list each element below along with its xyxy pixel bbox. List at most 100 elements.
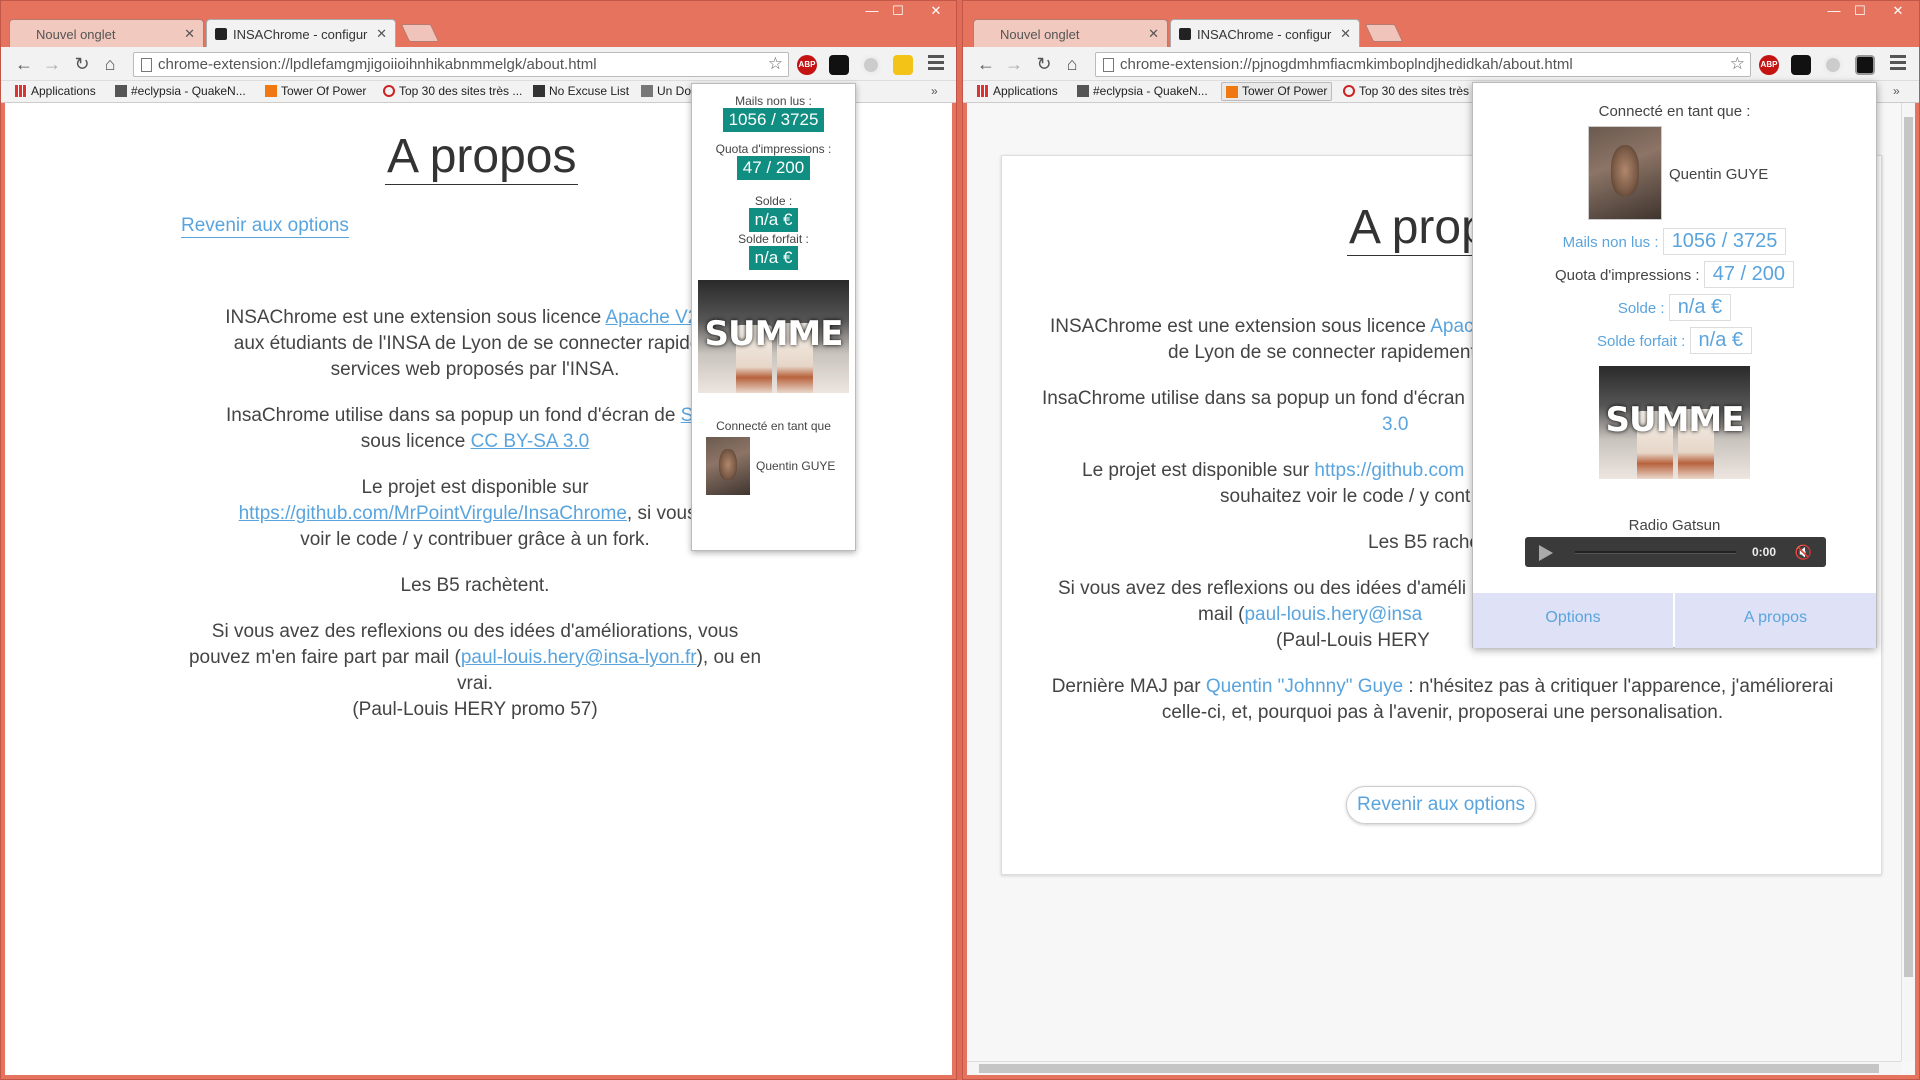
mail-link[interactable]: paul-louis.hery@insa [1244, 604, 1422, 625]
text: (Paul-Louis HERY promo 57) [352, 699, 598, 720]
insachrome-extension-icon[interactable] [829, 55, 849, 75]
bookmark-un-do[interactable]: Un Do [641, 84, 691, 98]
cc-by-sa-link[interactable]: 3.0 [1042, 414, 1408, 435]
menu-icon[interactable] [1890, 55, 1906, 73]
forward-arrow-icon[interactable]: → [41, 53, 63, 75]
bookmark-applications[interactable]: Applications [15, 84, 96, 98]
github-link[interactable]: https://github.com [1314, 460, 1464, 481]
bookmark-eclypsia[interactable]: #eclypsia - QuakeN... [1077, 84, 1208, 98]
close-tab-icon[interactable]: ✕ [1148, 26, 1159, 42]
bookmark-tower-of-power[interactable]: Tower Of Power [265, 84, 366, 98]
avatar [706, 437, 750, 495]
tab-title: Nouvel onglet [1000, 27, 1080, 42]
tab-insachrome[interactable]: INSAChrome - configurati ✕ [1170, 19, 1360, 47]
bookmark-label: No Excuse List [549, 84, 630, 98]
reload-icon[interactable]: ↻ [1033, 53, 1055, 75]
forfait-badge[interactable]: n/a € [748, 246, 799, 270]
avatar [1588, 126, 1662, 220]
forward-arrow-icon[interactable]: → [1003, 53, 1025, 75]
home-icon[interactable]: ⌂ [99, 53, 121, 75]
tab-new[interactable]: Nouvel onglet ✕ [973, 19, 1168, 47]
mails-label[interactable]: Mails non lus : [1563, 234, 1659, 251]
apropos-button[interactable]: A propos [1675, 593, 1876, 648]
bookmark-top30[interactable]: Top 30 des sites très ... [383, 84, 522, 98]
mails-badge[interactable]: 1056 / 3725 [722, 108, 825, 132]
radio-audio-player[interactable]: 0:00 🔇 [1525, 537, 1826, 567]
bookmarks-overflow-icon[interactable]: » [931, 84, 938, 98]
bookmark-no-excuse[interactable]: No Excuse List [533, 84, 629, 98]
text: Le projet est disponible sur [361, 477, 589, 498]
close-window-icon[interactable]: ✕ [1885, 3, 1911, 19]
scrollbar-thumb[interactable] [979, 1064, 1879, 1073]
back-to-options-button[interactable]: Revenir aux options [1346, 786, 1536, 824]
back-to-options-link[interactable]: Revenir aux options [181, 215, 349, 238]
forfait-label[interactable]: Solde forfait : [1597, 333, 1685, 350]
apache-license-link[interactable]: Apac [1430, 316, 1473, 337]
extension-circle-icon[interactable] [861, 55, 881, 75]
audio-progress-track[interactable] [1575, 551, 1736, 554]
insachrome-popup-small: Mails non lus : 1056 / 3725 Quota d'impr… [691, 83, 856, 551]
vertical-scrollbar[interactable] [1901, 103, 1915, 1061]
close-tab-icon[interactable]: ✕ [1340, 26, 1351, 42]
horizontal-scrollbar[interactable] [967, 1061, 1901, 1075]
forfait-value[interactable]: n/a € [1689, 327, 1753, 354]
new-tab-button[interactable] [400, 24, 440, 42]
forfait-label: Solde forfait : [738, 232, 809, 246]
url-text: chrome-extension://lpdlefamgmjigoiioihnh… [158, 56, 597, 73]
insachrome-popup-large: Connecté en tant que : Quentin GUYE Mail… [1472, 82, 1877, 648]
back-arrow-icon[interactable]: ← [13, 53, 35, 75]
scrollbar-thumb[interactable] [1904, 117, 1913, 977]
bookmark-top30[interactable]: Top 30 des sites très [1343, 84, 1469, 98]
solde-label[interactable]: Solde : [1618, 300, 1665, 317]
address-bar[interactable]: chrome-extension://pjnogdmhmfiacmkimbopl… [1095, 52, 1751, 77]
github-link[interactable]: https://github.com/MrPointVirgule/InsaCh… [239, 503, 627, 524]
user-name: Quentin GUYE [1669, 166, 1769, 183]
options-button[interactable]: Options [1473, 593, 1673, 648]
author-link[interactable]: Quentin "Johnny" Guye [1206, 676, 1403, 697]
solde-badge[interactable]: n/a € [748, 208, 799, 232]
insachrome-dev-extension-icon[interactable] [893, 55, 913, 75]
bookmark-star-icon[interactable]: ☆ [768, 54, 783, 74]
browser-window-left: Nouvel onglet ✕ INSAChrome - configurati… [0, 0, 957, 1080]
mute-icon[interactable]: 🔇 [1795, 544, 1812, 561]
apache-license-link[interactable]: Apache V2 [605, 307, 698, 328]
reload-icon[interactable]: ↻ [71, 53, 93, 75]
mail-link[interactable]: paul-louis.hery@insa-lyon.fr [461, 647, 697, 668]
text: celle-ci, et, pourquoi pas à l'avenir, p… [1161, 702, 1724, 723]
extension-circle-icon[interactable] [1823, 55, 1843, 75]
bookmark-star-icon[interactable]: ☆ [1730, 54, 1745, 74]
summer-image-text: SUMME [1605, 399, 1745, 440]
minimize-icon[interactable]: — [859, 3, 885, 18]
new-tab-button[interactable] [1364, 24, 1404, 42]
insachrome-extension-icon[interactable] [1791, 55, 1811, 75]
bookmark-applications[interactable]: Applications [977, 84, 1058, 98]
close-window-icon[interactable]: ✕ [923, 3, 949, 19]
address-bar[interactable]: chrome-extension://lpdlefamgmjigoiioihnh… [133, 52, 789, 77]
close-tab-icon[interactable]: ✕ [376, 26, 387, 42]
quota-badge[interactable]: 47 / 200 [736, 156, 811, 180]
maximize-icon[interactable]: ☐ [1847, 3, 1873, 19]
minimize-icon[interactable]: — [1821, 3, 1847, 18]
cc-by-sa-link[interactable]: CC BY-SA 3.0 [471, 431, 590, 452]
eclypsia-icon [1077, 85, 1089, 97]
solde-value[interactable]: n/a € [1668, 294, 1732, 321]
mails-row: Mails non lus : 1056 / 3725 [1473, 228, 1876, 255]
bookmark-tower-of-power[interactable]: Tower Of Power [1221, 82, 1333, 101]
quota-value[interactable]: 47 / 200 [1703, 261, 1795, 288]
tab-insachrome[interactable]: INSAChrome - configurati ✕ [206, 19, 396, 47]
adblock-plus-icon[interactable]: ABP [1759, 55, 1779, 75]
menu-icon[interactable] [928, 55, 944, 73]
back-arrow-icon[interactable]: ← [975, 53, 997, 75]
solde-label: Solde : [754, 194, 793, 208]
bookmark-label: Tower Of Power [281, 84, 367, 98]
mails-value[interactable]: 1056 / 3725 [1662, 228, 1787, 255]
tab-new[interactable]: Nouvel onglet ✕ [9, 19, 204, 47]
play-icon[interactable] [1539, 545, 1553, 561]
insachrome-dev-extension-icon[interactable] [1855, 55, 1875, 75]
bookmarks-overflow-icon[interactable]: » [1893, 84, 1900, 98]
close-tab-icon[interactable]: ✕ [184, 26, 195, 42]
maximize-icon[interactable]: ☐ [885, 3, 911, 19]
home-icon[interactable]: ⌂ [1061, 53, 1083, 75]
adblock-plus-icon[interactable]: ABP [797, 55, 817, 75]
bookmark-eclypsia[interactable]: #eclypsia - QuakeN... [115, 84, 246, 98]
